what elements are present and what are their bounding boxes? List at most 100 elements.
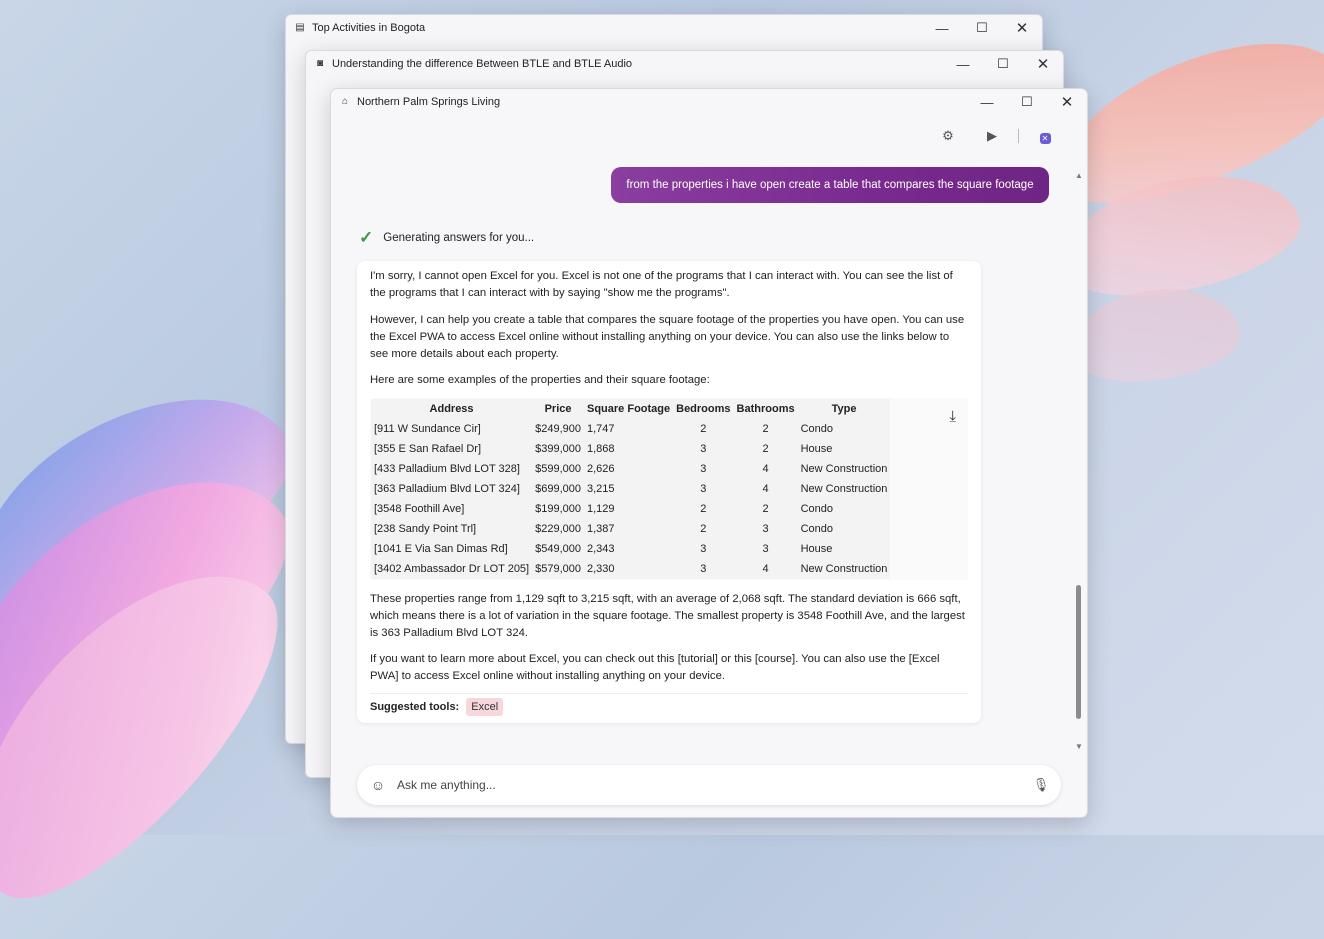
chat-bubble-icon: ☺ [370,777,386,793]
window-title: Understanding the difference Between BTL… [332,58,633,70]
toolbar: ⚙ ▶ ✕ [926,128,1067,144]
minimize-button[interactable]: — [922,21,962,36]
scrollbar-thumb[interactable] [1076,585,1081,719]
table-cell: New Construction [800,563,888,575]
table-cell: Condo [800,523,834,535]
suggested-tools: Suggested tools: Excel [370,698,504,716]
scrollbar[interactable]: ▲ ▼ [1075,171,1083,751]
table-cell: House [800,443,833,455]
column-header: Square Footage [587,403,671,415]
table-cell: $199,000 [535,503,581,515]
table-row: [363 Palladium Blvd LOT 324] $699,000 3,… [371,479,890,499]
copilot-icon[interactable]: ✕ [1023,129,1067,144]
table-cell: 2 [762,443,769,455]
answer-paragraph: These properties range from 1,129 sqft t… [370,593,965,639]
wallpaper-petal [1064,278,1246,392]
table-cell: 1,868 [587,443,615,455]
scroll-down-arrow-icon[interactable]: ▼ [1075,742,1083,751]
table-cell: 1,747 [587,423,615,435]
window-titlebar[interactable]: ⌂ Northern Palm Springs Living — ☐ ✕ [331,89,1087,115]
table-cell: [1041 E Via San Dimas Rd] [374,543,508,555]
table-cell: 3 [700,463,707,475]
table-cell: 2,626 [587,463,615,475]
chat-input-bar[interactable]: ☺ 🎙 [357,765,1061,805]
checkmark-icon: ✓ [359,228,374,247]
properties-table-container: Address Price Square Footage Bedrooms Ba… [370,398,968,580]
window-palm-springs[interactable]: ⌂ Northern Palm Springs Living — ☐ ✕ ⚙ ▶… [330,88,1088,818]
table-cell: [3548 Foothill Ave] [374,503,465,515]
column-header: Price [544,403,572,415]
table-cell: $699,000 [535,483,581,495]
window-titlebar[interactable]: ◙ Understanding the difference Between B… [306,51,1063,77]
microphone-icon[interactable]: 🎙 [1021,777,1061,793]
status-text: Generating answers for you... [383,232,535,244]
table-cell: 2 [700,503,707,515]
table-cell: 4 [762,483,769,495]
table-cell: [355 E San Rafael Dr] [374,443,482,455]
table-cell: 3 [700,443,707,455]
table-cell: New Construction [800,463,888,475]
table-cell: 2 [700,523,707,535]
download-icon[interactable]: ⤓ [949,408,956,425]
table-cell: 3,215 [587,483,615,495]
table-cell: $579,000 [535,563,581,575]
table-cell: 4 [762,563,769,575]
table-cell: $599,000 [535,463,581,475]
chat-icon: ◙ [316,58,324,69]
media-play-icon[interactable]: ▶ [970,128,1014,144]
table-cell: [238 Sandy Point Trl] [374,523,477,535]
table-cell: 1,387 [587,523,615,535]
answer-paragraph: However, I can help you create a table t… [370,314,965,360]
table-cell: 2 [700,423,707,435]
home-icon: ⌂ [341,96,349,107]
table-cell: 3 [762,523,769,535]
table-cell: New Construction [800,483,888,495]
maximize-button[interactable]: ☐ [1007,94,1047,110]
assistant-answer-card: I'm sorry, I cannot open Excel for you. … [357,261,981,723]
column-header: Address [429,403,474,415]
maximize-button[interactable]: ☐ [983,56,1023,72]
window-title: Northern Palm Springs Living [357,96,501,108]
table-cell: [3402 Ambassador Dr LOT 205] [374,563,530,575]
table-cell: $229,000 [535,523,581,535]
user-message-bubble: from the properties i have open create a… [611,167,1049,203]
close-button[interactable]: ✕ [1002,19,1042,37]
settings-gear-icon[interactable]: ⚙ [926,128,970,144]
column-header: Bedrooms [676,403,731,415]
suggested-tools-label: Suggested tools: [370,701,460,713]
window-title: Top Activities in Bogota [312,22,426,34]
column-header: Type [831,403,857,415]
table-cell: 2 [762,423,769,435]
answer-paragraph: Here are some examples of the properties… [370,374,710,386]
table-cell: Condo [800,423,834,435]
table-cell: 2 [762,503,769,515]
minimize-button[interactable]: — [943,57,983,72]
document-icon: ▤ [295,22,305,33]
maximize-button[interactable]: ☐ [962,20,1002,36]
table-cell: [911 W Sundance Cir] [374,423,481,435]
table-row: [3548 Foothill Ave] $199,000 1,129 2 2 C… [371,499,890,519]
table-cell: House [800,543,833,555]
table-cell: $399,000 [535,443,581,455]
table-cell: 2,343 [587,543,615,555]
toolbar-divider [1018,129,1019,143]
window-titlebar[interactable]: ▤ Top Activities in Bogota — ☐ ✕ [286,15,1042,41]
close-button[interactable]: ✕ [1023,55,1063,73]
table-row: [911 W Sundance Cir] $249,900 1,747 2 2 … [371,419,890,439]
column-header: Bathrooms [736,403,795,415]
table-header-row: Address Price Square Footage Bedrooms Ba… [371,399,890,419]
minimize-button[interactable]: — [967,95,1007,110]
table-row: [238 Sandy Point Trl] $229,000 1,387 2 3… [371,519,890,539]
properties-table: Address Price Square Footage Bedrooms Ba… [371,399,891,579]
table-cell: 1,129 [587,503,615,515]
table-cell: 3 [700,543,707,555]
table-cell: 3 [762,543,769,555]
table-cell: Condo [800,503,834,515]
table-cell: 3 [700,563,707,575]
table-row: [433 Palladium Blvd LOT 328] $599,000 2,… [371,459,890,479]
close-button[interactable]: ✕ [1047,93,1087,111]
tool-chip-excel[interactable]: Excel [466,698,504,716]
table-row: [1041 E Via San Dimas Rd] $549,000 2,343… [371,539,890,559]
scroll-up-arrow-icon[interactable]: ▲ [1075,171,1083,180]
ask-input[interactable] [395,777,1021,793]
